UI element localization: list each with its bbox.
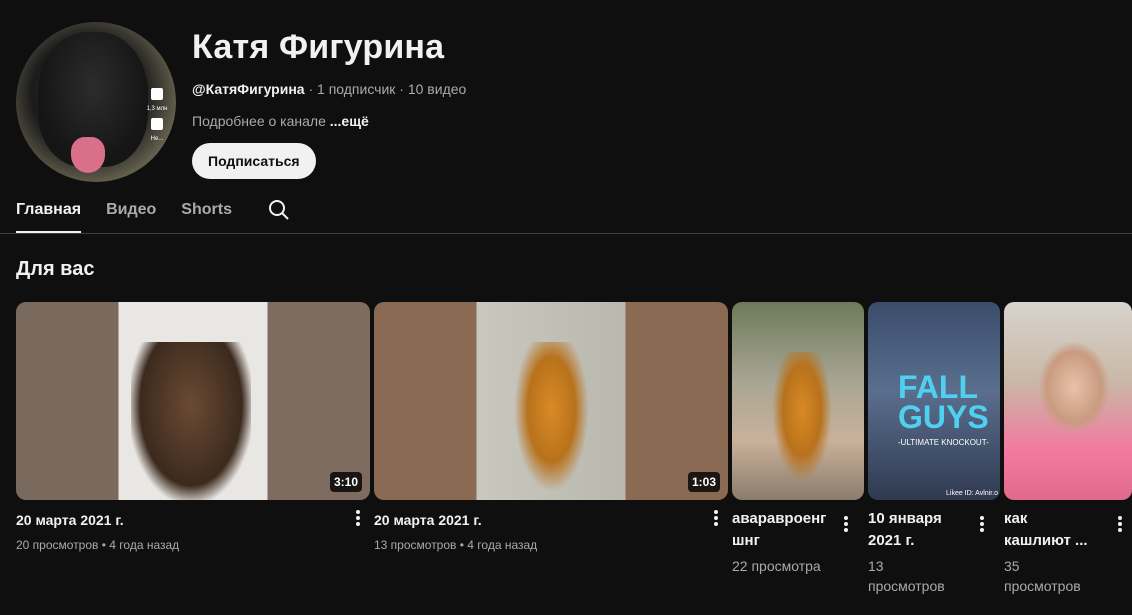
video-title[interactable]: 20 марта 2021 г.	[16, 510, 370, 530]
video-stats: 13 просмотров • 4 года назад	[374, 538, 538, 552]
fall-guys-text: GUYS	[898, 399, 989, 435]
video-views: 13 просмотров	[374, 538, 457, 552]
video-views: 20 просмотров	[16, 538, 99, 552]
more-link[interactable]: ...ещё	[330, 113, 369, 129]
video-duration: 1:03	[687, 472, 720, 492]
likee-watermark: Likee ID: Avlnir.o	[946, 490, 999, 497]
channel-header: 1,3 млн Не... Катя Фигурина @КатяФигурин…	[16, 22, 1116, 182]
video-title[interactable]: 20 марта 2021 г.	[374, 510, 728, 530]
section-title: Для вас	[16, 258, 95, 280]
channel-tabs: Главная Видео Shorts	[16, 190, 291, 234]
video-duration: 3:10	[329, 472, 362, 492]
channel-info: Катя Фигурина @КатяФигурина · 1 подписчи…	[192, 22, 466, 179]
short-views-line: 35	[1004, 558, 1020, 574]
tab-home[interactable]: Главная	[16, 190, 82, 233]
more-options-icon[interactable]	[834, 514, 858, 538]
short-views-line: просмотров	[868, 578, 945, 594]
avatar-dog-tongue	[71, 137, 105, 173]
video-card[interactable]: 3:10 20 марта 2021 г. 20 просмотров • 4 …	[16, 302, 370, 552]
channel-description[interactable]: Подробнее о канале ...ещё	[192, 113, 466, 129]
short-card[interactable]: как кашлиют ... 35 просмотров	[1004, 302, 1132, 596]
video-thumbnail[interactable]: 3:10	[16, 302, 370, 500]
avatar-dislikes-text: Не...	[150, 136, 164, 142]
more-options-icon[interactable]	[970, 514, 994, 538]
tab-videos[interactable]: Видео	[106, 190, 156, 233]
short-views: 35 просмотров	[1004, 556, 1132, 596]
channel-desc-text: Подробнее о канале	[192, 113, 330, 129]
fall-guys-subtitle: -ULTIMATE KNOCKOUT-	[898, 438, 989, 447]
channel-title: Катя Фигурина	[192, 28, 445, 66]
more-options-icon[interactable]	[704, 508, 728, 532]
video-stats: 20 просмотров • 4 года назад	[16, 538, 180, 552]
channel-meta: @КатяФигурина · 1 подписчик · 10 видео	[192, 81, 466, 97]
channel-stats: · 1 подписчик · 10 видео	[304, 81, 467, 97]
short-views: 22 просмотра	[732, 556, 864, 576]
fall-guys-text: FALL	[898, 369, 978, 405]
avatar-side-ui: 1,3 млн Не...	[146, 82, 168, 142]
channel-avatar[interactable]: 1,3 млн Не...	[16, 22, 176, 182]
avatar-likes-text: 1,3 млн	[146, 106, 168, 112]
short-thumbnail[interactable]	[732, 302, 864, 500]
channel-handle: @КатяФигурина	[192, 81, 305, 97]
short-thumbnail[interactable]	[1004, 302, 1132, 500]
video-card[interactable]: 1:03 20 марта 2021 г. 13 просмотров • 4 …	[374, 302, 728, 552]
more-options-icon[interactable]	[1108, 514, 1132, 538]
subscribe-button[interactable]: Подписаться	[192, 143, 316, 179]
video-thumbnail[interactable]: 1:03	[374, 302, 728, 500]
short-views-line: 22 просмотра	[732, 558, 821, 574]
tabs-divider	[0, 233, 1132, 234]
more-options-icon[interactable]	[346, 508, 370, 532]
search-icon[interactable]	[267, 190, 291, 227]
short-card[interactable]: FALL GUYS -ULTIMATE KNOCKOUT- Likee ID: …	[868, 302, 1000, 596]
video-age: 4 года назад	[109, 538, 180, 552]
short-views-line: просмотров	[1004, 578, 1081, 594]
short-card[interactable]: аваравроенг шнг 22 просмотра	[732, 302, 864, 576]
video-age: 4 года назад	[467, 538, 538, 552]
tab-shorts[interactable]: Shorts	[181, 190, 232, 233]
short-views: 13 просмотров	[868, 556, 1000, 596]
short-thumbnail[interactable]: FALL GUYS -ULTIMATE KNOCKOUT- Likee ID: …	[868, 302, 1000, 500]
short-views-line: 13	[868, 558, 884, 574]
